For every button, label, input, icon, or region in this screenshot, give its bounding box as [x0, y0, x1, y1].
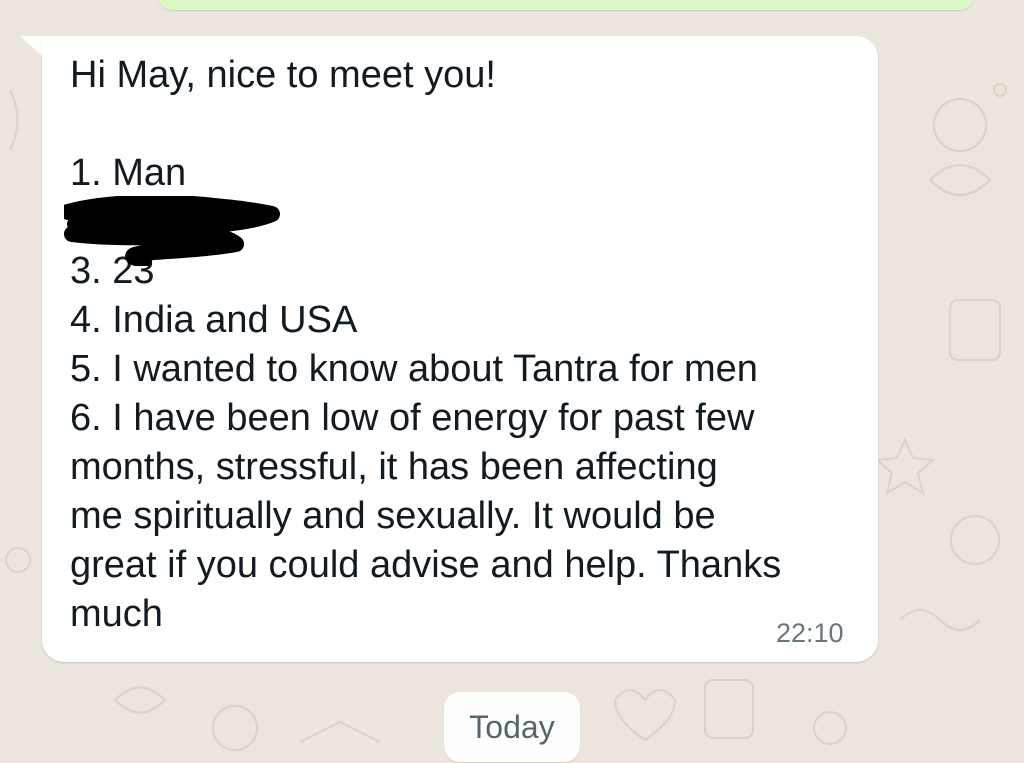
message-line: 6. I have been low of energy for past fe…: [70, 397, 755, 439]
message-text: Hi May, nice to meet you! 1. Man 3. 23 4…: [70, 51, 860, 639]
doodle-heart-icon: [614, 689, 677, 742]
previous-outgoing-bubble: [158, 0, 974, 10]
message-line: great if you could advise and help. Than…: [70, 544, 782, 586]
message-line: 5. I wanted to know about Tantra for men: [70, 348, 758, 390]
doodle-leaf-icon: [929, 164, 992, 196]
doodle-line-icon: [299, 720, 381, 743]
date-divider-label: Today: [469, 708, 555, 745]
message-line: 1. Man: [70, 152, 187, 194]
message-timestamp: 22:10: [776, 618, 844, 648]
redaction-scribble: [64, 196, 280, 266]
doodle-dot-icon: [993, 83, 1007, 97]
message-line: [70, 100, 860, 149]
doodle-curve-icon: [9, 89, 19, 151]
doodle-ring-icon: [5, 547, 31, 573]
message-line: Hi May, nice to meet you!: [70, 54, 496, 96]
doodle-wave-icon: [899, 609, 981, 631]
doodle-smiley-icon: [950, 515, 1000, 565]
doodle-spiral-icon: [114, 686, 167, 714]
doodle-card-icon: [949, 299, 1001, 361]
message-line: 4. India and USA: [70, 299, 358, 341]
doodle-circle-icon: [813, 711, 847, 745]
doodle-tag-icon: [704, 679, 754, 739]
doodle-balloon-icon: [933, 98, 987, 152]
message-line: months, stressful, it has been affecting: [70, 446, 718, 488]
date-divider-chip: Today: [444, 692, 580, 762]
doodle-star-icon: [874, 437, 936, 496]
message-line: much: [70, 593, 163, 635]
message-bubble-tail: [20, 36, 44, 58]
doodle-apple-icon: [212, 705, 258, 751]
message-line: me spiritually and sexually. It would be: [70, 495, 716, 537]
